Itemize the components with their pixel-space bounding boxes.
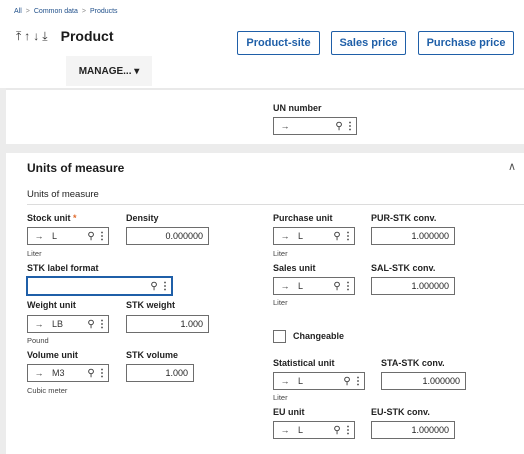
manage-menu-button[interactable]: MANAGE... ▾ bbox=[66, 56, 152, 86]
search-icon[interactable]: ⚲ bbox=[148, 281, 160, 292]
title-row: ⤒↑↓⤓ Product bbox=[16, 28, 114, 44]
more-options-icon[interactable]: ⋮ bbox=[353, 376, 363, 387]
stk-volume-label: STK volume bbox=[126, 350, 179, 360]
sales-unit-value[interactable]: L bbox=[292, 281, 331, 291]
un-number-label: UN number bbox=[273, 103, 322, 113]
more-options-icon[interactable]: ⋮ bbox=[345, 121, 355, 132]
stock-unit-value[interactable]: L bbox=[46, 231, 85, 241]
stk-label-format-field[interactable]: ⚲ ⋮ bbox=[27, 277, 172, 295]
search-icon[interactable]: ⚲ bbox=[85, 231, 97, 242]
breadcrumb-separator: > bbox=[81, 8, 86, 15]
stock-unit-label: Stock unit * bbox=[27, 213, 77, 223]
sal-stk-conv-label: SAL-STK conv. bbox=[371, 263, 436, 273]
sales-unit-field[interactable]: → L ⚲ ⋮ bbox=[273, 277, 355, 295]
changeable-checkbox[interactable] bbox=[273, 330, 286, 343]
weight-unit-value[interactable]: LB bbox=[46, 319, 85, 329]
volume-unit-description: Cubic meter bbox=[27, 386, 68, 395]
statistical-unit-description: Liter bbox=[273, 393, 288, 402]
density-label: Density bbox=[126, 213, 159, 223]
statistical-unit-value[interactable]: L bbox=[292, 376, 341, 386]
eu-stk-conv-label: EU-STK conv. bbox=[371, 407, 430, 417]
stk-weight-field[interactable]: 1.000 bbox=[126, 315, 209, 333]
purchase-unit-field[interactable]: → L ⚲ ⋮ bbox=[273, 227, 355, 245]
weight-unit-label: Weight unit bbox=[27, 300, 76, 310]
page-title: Product bbox=[60, 28, 114, 44]
breadcrumb-all[interactable]: All bbox=[14, 8, 22, 15]
sales-unit-label: Sales unit bbox=[273, 263, 316, 273]
pur-stk-conv-field[interactable]: 1.000000 bbox=[371, 227, 455, 245]
purchase-unit-description: Liter bbox=[273, 249, 288, 258]
more-options-icon[interactable]: ⋮ bbox=[343, 231, 353, 242]
product-site-button[interactable]: Product-site bbox=[237, 31, 320, 55]
required-marker: * bbox=[73, 213, 77, 223]
more-options-icon[interactable]: ⋮ bbox=[97, 231, 107, 242]
more-options-icon[interactable]: ⋮ bbox=[97, 319, 107, 330]
sta-stk-conv-field[interactable]: 1.000000 bbox=[381, 372, 466, 390]
eu-unit-value[interactable]: L bbox=[292, 425, 331, 435]
arrow-right-icon[interactable]: → bbox=[278, 425, 292, 435]
eu-unit-field[interactable]: → L ⚲ ⋮ bbox=[273, 421, 355, 439]
sta-stk-conv-label: STA-STK conv. bbox=[381, 358, 445, 368]
purchase-unit-label: Purchase unit bbox=[273, 213, 333, 223]
eu-unit-label: EU unit bbox=[273, 407, 305, 417]
section-title-units-of-measure: Units of measure bbox=[27, 161, 125, 175]
previous-section bbox=[0, 90, 524, 144]
breadcrumb-common-data[interactable]: Common data bbox=[34, 8, 78, 15]
search-icon[interactable]: ⚲ bbox=[331, 425, 343, 436]
purchase-unit-value[interactable]: L bbox=[292, 231, 331, 241]
volume-unit-label: Volume unit bbox=[27, 350, 78, 360]
search-icon[interactable]: ⚲ bbox=[85, 368, 97, 379]
search-icon[interactable]: ⚲ bbox=[333, 121, 345, 132]
arrow-right-icon[interactable]: → bbox=[278, 231, 292, 241]
left-gutter bbox=[0, 88, 6, 454]
density-field[interactable]: 0.000000 bbox=[126, 227, 209, 245]
search-icon[interactable]: ⚲ bbox=[85, 319, 97, 330]
section-gap bbox=[0, 144, 524, 153]
volume-unit-field[interactable]: → M3 ⚲ ⋮ bbox=[27, 364, 109, 382]
stock-unit-description: Liter bbox=[27, 249, 42, 258]
sales-price-button[interactable]: Sales price bbox=[331, 31, 406, 55]
more-options-icon[interactable]: ⋮ bbox=[160, 281, 170, 292]
purchase-price-button[interactable]: Purchase price bbox=[418, 31, 514, 55]
pur-stk-conv-label: PUR-STK conv. bbox=[371, 213, 437, 223]
search-icon[interactable]: ⚲ bbox=[341, 376, 353, 387]
record-navigation-icons[interactable]: ⤒↑↓⤓ bbox=[16, 29, 51, 44]
weight-unit-field[interactable]: → LB ⚲ ⋮ bbox=[27, 315, 109, 333]
statistical-unit-label: Statistical unit bbox=[273, 358, 335, 368]
more-options-icon[interactable]: ⋮ bbox=[343, 425, 353, 436]
search-icon[interactable]: ⚲ bbox=[331, 231, 343, 242]
stk-volume-field[interactable]: 1.000 bbox=[126, 364, 194, 382]
arrow-right-icon[interactable]: → bbox=[32, 231, 46, 241]
subsection-title: Units of measure bbox=[27, 189, 99, 200]
stk-label-format-label: STK label format bbox=[27, 263, 99, 273]
sal-stk-conv-field[interactable]: 1.000000 bbox=[371, 277, 455, 295]
arrow-right-icon[interactable]: → bbox=[278, 121, 292, 131]
stock-unit-field[interactable]: → L ⚲ ⋮ bbox=[27, 227, 109, 245]
arrow-right-icon[interactable]: → bbox=[32, 319, 46, 329]
search-icon[interactable]: ⚲ bbox=[331, 281, 343, 292]
weight-unit-description: Pound bbox=[27, 336, 49, 345]
un-number-field[interactable]: → ⚲ ⋮ bbox=[273, 117, 357, 135]
arrow-right-icon[interactable]: → bbox=[278, 376, 292, 386]
breadcrumb-separator: > bbox=[25, 8, 30, 15]
more-options-icon[interactable]: ⋮ bbox=[343, 281, 353, 292]
sales-unit-description: Liter bbox=[273, 298, 288, 307]
arrow-right-icon[interactable]: → bbox=[278, 281, 292, 291]
changeable-label[interactable]: Changeable bbox=[293, 331, 344, 341]
collapse-icon[interactable]: ∧ bbox=[508, 160, 516, 173]
more-options-icon[interactable]: ⋮ bbox=[97, 368, 107, 379]
subsection-divider bbox=[27, 204, 524, 205]
volume-unit-value[interactable]: M3 bbox=[46, 368, 85, 378]
arrow-right-icon[interactable]: → bbox=[32, 368, 46, 378]
breadcrumb-products[interactable]: Products bbox=[90, 8, 118, 15]
stock-unit-label-text: Stock unit bbox=[27, 213, 71, 223]
eu-stk-conv-field[interactable]: 1.000000 bbox=[371, 421, 455, 439]
stk-weight-label: STK weight bbox=[126, 300, 175, 310]
breadcrumb: All > Common data > Products bbox=[14, 8, 118, 15]
statistical-unit-field[interactable]: → L ⚲ ⋮ bbox=[273, 372, 365, 390]
